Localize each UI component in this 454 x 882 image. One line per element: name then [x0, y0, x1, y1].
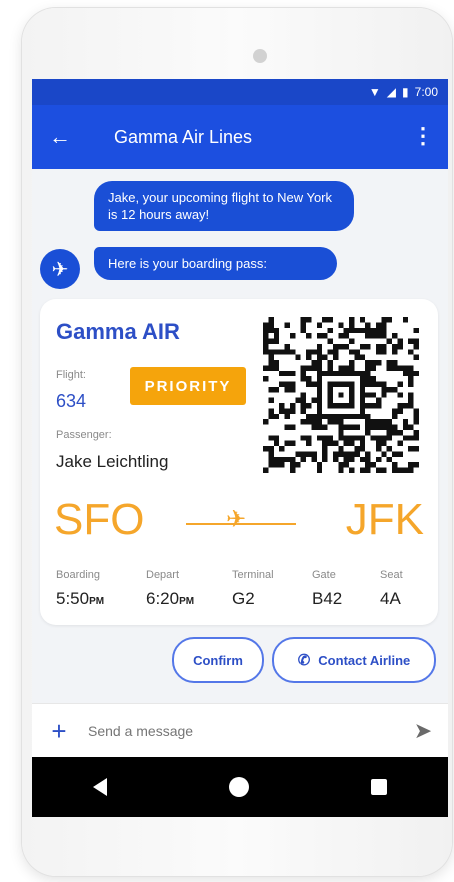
origin-code: SFO	[54, 495, 145, 544]
system-nav-bar	[32, 757, 448, 817]
detail-depart: Depart 6:20PM	[146, 569, 194, 609]
route: SFO ✈ JFK	[40, 495, 438, 559]
detail-terminal: Terminal G2	[232, 569, 274, 609]
detail-value: G2	[232, 589, 255, 608]
passenger-name: Jake Leichtling	[56, 452, 169, 471]
nav-home-icon[interactable]	[229, 777, 249, 797]
back-arrow-icon[interactable]: ←	[32, 124, 88, 150]
battery-icon: ▮	[402, 85, 409, 99]
nav-recents-icon[interactable]	[371, 779, 387, 795]
status-bar: ▼ ◢ ▮ 7:00	[32, 79, 448, 105]
detail-suffix: PM	[179, 596, 195, 607]
message-bubble: Jake, your upcoming flight to New York i…	[94, 181, 354, 231]
airline-brand: Gamma AIR	[56, 319, 180, 344]
contact-label: Contact Airline	[318, 652, 411, 668]
qr-code-graphic	[263, 317, 419, 473]
detail-label: Boarding	[56, 569, 101, 581]
detail-seat: Seat 4A	[380, 569, 403, 609]
detail-value: 4A	[380, 589, 401, 608]
priority-badge: PRIORITY	[130, 367, 246, 405]
detail-label: Gate	[312, 569, 336, 581]
app-bar: ← Gamma Air Lines ⋮	[32, 105, 448, 169]
detail-suffix: PM	[89, 596, 105, 607]
app-title: Gamma Air Lines	[114, 126, 253, 147]
flight-details: Boarding 5:50PM Depart 6:20PM Terminal G…	[40, 569, 438, 619]
detail-label: Depart	[146, 569, 180, 581]
boarding-pass-card: Gamma AIR Flight: 634 PRIORITY Passenger…	[40, 299, 438, 625]
more-options-icon[interactable]: ⋮	[412, 123, 434, 149]
detail-value: B42	[312, 589, 343, 608]
signal-icon: ◢	[386, 85, 397, 99]
phone-icon: ✆	[297, 652, 311, 669]
detail-value: 5:50	[56, 589, 90, 608]
wifi-icon: ▼	[368, 85, 381, 99]
flight-label: Flight:	[56, 369, 86, 381]
detail-boarding: Boarding 5:50PM	[56, 569, 104, 609]
flight-number: 634	[56, 391, 87, 411]
action-chips: Confirm ✆ Contact Airline	[32, 637, 448, 687]
nav-back-icon[interactable]	[93, 778, 107, 796]
screen: ▼ ◢ ▮ 7:00 ← Gamma Air Lines ⋮ Jake, you…	[32, 79, 448, 817]
camera	[253, 49, 267, 63]
boarding-qr-code	[262, 317, 420, 473]
confirm-button[interactable]: Confirm	[172, 637, 264, 683]
send-icon[interactable]: ➤	[398, 718, 448, 744]
destination-code: JFK	[345, 495, 424, 544]
message-bubble: Here is your boarding pass:	[94, 247, 337, 280]
route-plane-icon: ✈	[226, 506, 247, 533]
add-attachment-icon[interactable]: +	[32, 716, 86, 747]
contact-airline-button[interactable]: ✆ Contact Airline	[272, 637, 436, 683]
airplane-icon: ✈	[51, 258, 69, 281]
passenger-label: Passenger:	[56, 429, 112, 441]
chat-area: Jake, your upcoming flight to New York i…	[32, 169, 448, 699]
message-input[interactable]	[86, 722, 398, 740]
detail-value: 6:20	[146, 589, 180, 608]
confirm-label: Confirm	[193, 652, 243, 668]
detail-label: Terminal	[232, 569, 274, 581]
message-composer: + ➤	[32, 703, 448, 758]
detail-gate: Gate B42	[312, 569, 342, 609]
status-time: 7:00	[414, 85, 438, 99]
airline-avatar: ✈	[40, 249, 80, 289]
detail-label: Seat	[380, 569, 403, 581]
